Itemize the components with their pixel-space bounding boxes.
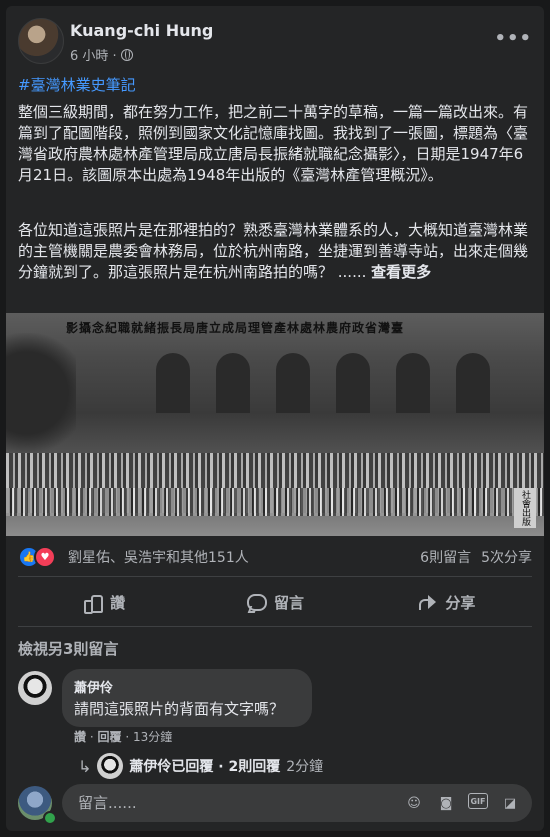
like-label: 讚 bbox=[110, 593, 126, 612]
comment-text: 請問這張照片的背面有文字嗎？ bbox=[74, 700, 285, 718]
comment-meta: 讚 · 回覆 · 13分鐘 bbox=[74, 728, 172, 745]
comment-composer: ☺ ◙ GIF ◪ bbox=[18, 784, 532, 825]
commenter-name[interactable]: 蕭伊伶 bbox=[74, 677, 300, 696]
post-header: Kuang-chi Hung 6 小時 · ••• bbox=[18, 18, 532, 66]
reaction-stats: 👍 ♥ 劉星佑、吳浩宇和其他151人 6則留言 5次分享 bbox=[18, 544, 532, 570]
photo-stamp: 社會出版 bbox=[514, 488, 536, 528]
sticker-icon[interactable]: ◪ bbox=[500, 793, 520, 813]
globe-icon bbox=[120, 48, 133, 61]
commenter-avatar[interactable] bbox=[18, 671, 52, 705]
comment-input[interactable] bbox=[76, 793, 380, 813]
photo-arch bbox=[276, 353, 310, 413]
comment-like-link[interactable]: 讚 bbox=[74, 730, 86, 744]
online-indicator bbox=[43, 811, 57, 825]
post-time[interactable]: 6 小時 · bbox=[70, 45, 117, 64]
like-button[interactable]: 讚 bbox=[18, 582, 189, 622]
emoji-icon[interactable]: ☺ bbox=[404, 793, 424, 813]
comment-reply-link[interactable]: 回覆 bbox=[97, 730, 121, 744]
share-label: 分享 bbox=[445, 593, 476, 612]
photo-arch bbox=[336, 353, 370, 413]
replies-summary-text: 蕭伊伶已回覆 · 2則回覆 bbox=[129, 759, 281, 775]
photo-caption: 影攝念紀職就緒振長局唐立成局理管產林處林農府政省灣臺 bbox=[66, 321, 405, 335]
post-paragraph-1: 整個三級期間，都在努力工作，把之前二十萬字的草稿，一篇一篇改出來。有篇到了配圖階… bbox=[18, 103, 529, 184]
comment-input-box[interactable]: ☺ ◙ GIF ◪ bbox=[62, 784, 532, 822]
reaction-icons[interactable]: 👍 ♥ bbox=[18, 546, 58, 568]
divider bbox=[18, 576, 532, 577]
divider bbox=[18, 626, 532, 627]
action-bar: 讚 留言 分享 bbox=[18, 582, 532, 622]
comment-icon bbox=[246, 592, 267, 612]
photo-arch bbox=[396, 353, 430, 413]
photo-crowd-front bbox=[6, 488, 544, 516]
more-dots-icon[interactable]: ••• bbox=[494, 28, 532, 49]
thumbs-up-icon bbox=[82, 592, 104, 614]
replies-summary[interactable]: ↳ 蕭伊伶已回覆 · 2則回覆 2分鐘 bbox=[78, 752, 323, 780]
photo-arch bbox=[216, 353, 250, 413]
replies-time: 2分鐘 bbox=[286, 759, 324, 775]
comment-time[interactable]: 13分鐘 bbox=[133, 730, 172, 744]
post-meta: 6 小時 · bbox=[70, 45, 133, 64]
comment-button[interactable]: 留言 bbox=[189, 582, 360, 622]
composer-tools: ☺ ◙ GIF ◪ bbox=[404, 793, 520, 813]
post-paragraph-2-text: 各位知道這張照片是在那裡拍的？熟悉臺灣林業體系的人，大概知道臺灣林業的主管機關是… bbox=[18, 221, 529, 281]
hashtag-link[interactable]: #臺灣林業史筆記 bbox=[18, 74, 136, 95]
post-card: Kuang-chi Hung 6 小時 · ••• #臺灣林業史筆記 整個三級期… bbox=[6, 6, 544, 831]
author-name[interactable]: Kuang-chi Hung bbox=[70, 21, 213, 40]
gif-icon[interactable]: GIF bbox=[468, 793, 488, 809]
comment-label: 留言 bbox=[273, 593, 304, 612]
love-reaction-icon: ♥ bbox=[34, 546, 56, 568]
reply-arrow-icon: ↳ bbox=[78, 756, 92, 776]
view-more-comments-link[interactable]: 檢視另3則留言 bbox=[18, 638, 118, 659]
photo-arch bbox=[156, 353, 190, 413]
shares-count[interactable]: 5次分享 bbox=[481, 547, 532, 567]
comment-bubble: 蕭伊伶 請問這張照片的背面有文字嗎？ bbox=[62, 669, 312, 727]
comments-count[interactable]: 6則留言 bbox=[420, 547, 471, 567]
photo-arch bbox=[456, 353, 490, 413]
replier-avatar bbox=[97, 753, 124, 779]
separator: · bbox=[125, 730, 133, 744]
see-more-link[interactable]: 查看更多 bbox=[371, 263, 431, 281]
author-avatar[interactable] bbox=[18, 18, 64, 64]
engagement-counts: 6則留言 5次分享 bbox=[420, 547, 532, 567]
camera-icon[interactable]: ◙ bbox=[436, 793, 456, 813]
post-photo[interactable]: 影攝念紀職就緒振長局唐立成局理管產林處林農府政省灣臺 社會出版 bbox=[6, 313, 544, 536]
reaction-names[interactable]: 劉星佑、吳浩宇和其他151人 bbox=[68, 547, 249, 567]
share-button[interactable]: 分享 bbox=[361, 582, 532, 622]
share-icon bbox=[417, 592, 437, 612]
post-paragraph-2: 各位知道這張照片是在那裡拍的？熟悉臺灣林業體系的人，大概知道臺灣林業的主管機關是… bbox=[18, 220, 530, 283]
